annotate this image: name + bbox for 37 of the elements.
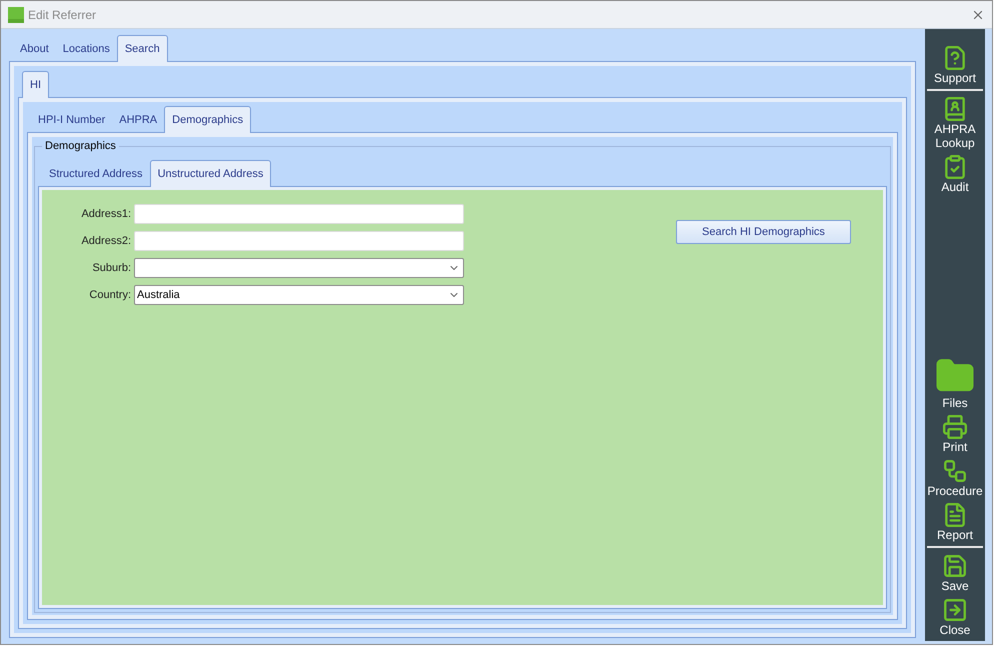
- group-title: Demographics: [42, 138, 119, 154]
- tab[interactable]: HI: [22, 71, 49, 98]
- tab[interactable]: Locations: [56, 37, 117, 61]
- question-file-icon: [942, 45, 968, 71]
- input-field[interactable]: [134, 204, 464, 224]
- tab[interactable]: HPI-I Number: [31, 108, 112, 132]
- field-label: Address1:: [80, 206, 132, 222]
- tab[interactable]: Demographics: [164, 106, 252, 133]
- sidebar-button[interactable]: Support: [927, 43, 983, 91]
- sidebar-button[interactable]: Report: [927, 500, 983, 548]
- save-icon: [942, 553, 968, 579]
- sidebar-button[interactable]: Close: [927, 595, 983, 639]
- workflow-icon: [942, 458, 968, 484]
- field-label: Country:: [88, 288, 132, 303]
- tab[interactable]: Search: [116, 35, 168, 62]
- field-label: Address2:: [80, 234, 132, 249]
- field-label: Suburb:: [91, 260, 132, 276]
- tab[interactable]: About: [13, 37, 56, 61]
- dropdown-field[interactable]: [134, 258, 464, 278]
- sidebar-button[interactable]: Save: [927, 551, 983, 595]
- tab[interactable]: Unstructured Address: [150, 160, 272, 187]
- app-logo-icon: [8, 6, 24, 22]
- sidebar-button[interactable]: Procedure: [927, 456, 983, 500]
- search-demographics-button[interactable]: Search HI Demographics: [676, 220, 851, 244]
- contact-book-icon: [942, 96, 968, 122]
- input-field[interactable]: [134, 231, 464, 251]
- tab[interactable]: AHPRA: [112, 108, 164, 132]
- sidebar-button[interactable]: AHPRA Lookup: [927, 94, 983, 152]
- window-title: Edit Referrer: [28, 6, 96, 24]
- tab[interactable]: Structured Address: [42, 162, 150, 186]
- sidebar-button[interactable]: Print: [927, 412, 983, 456]
- clipboard-check-icon: [942, 154, 968, 180]
- document-icon: [942, 502, 968, 528]
- sidebar-button[interactable]: Files: [927, 354, 983, 412]
- dropdown-field[interactable]: Australia: [134, 285, 464, 305]
- sidebar-button[interactable]: Audit: [927, 152, 983, 196]
- printer-icon: [942, 414, 968, 440]
